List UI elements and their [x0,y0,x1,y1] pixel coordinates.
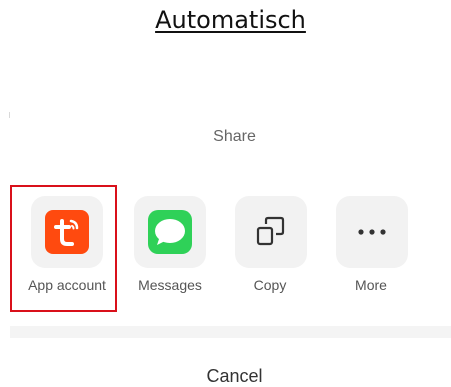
cancel-button[interactable]: Cancel [0,366,451,387]
app-account-tile[interactable] [31,196,103,268]
page-heading: Automatisch [155,6,306,34]
more-label: More [355,277,387,293]
share-target-copy[interactable]: Copy [217,185,327,313]
screen: Automatisch Share App account Messages C… [0,0,451,387]
speech-bubble-icon [148,210,192,254]
app-account-label: App account [28,277,106,293]
share-target-more[interactable]: More [318,185,428,313]
share-target-app-account[interactable]: App account [10,185,120,313]
copy-tile[interactable] [235,196,307,268]
more-dots-icon [358,229,386,235]
copy-label: Copy [253,277,287,293]
tuya-t-icon [45,210,89,254]
messages-label: Messages [138,277,202,293]
share-targets: App account Messages Copy More [10,185,430,315]
more-tile[interactable] [336,196,408,268]
messages-tile[interactable] [134,196,206,268]
share-target-messages[interactable]: Messages [115,185,225,313]
sheet-divider [10,326,451,338]
edge-marker [9,112,10,118]
copy-icon [256,216,285,246]
share-sheet-title: Share [213,128,256,145]
